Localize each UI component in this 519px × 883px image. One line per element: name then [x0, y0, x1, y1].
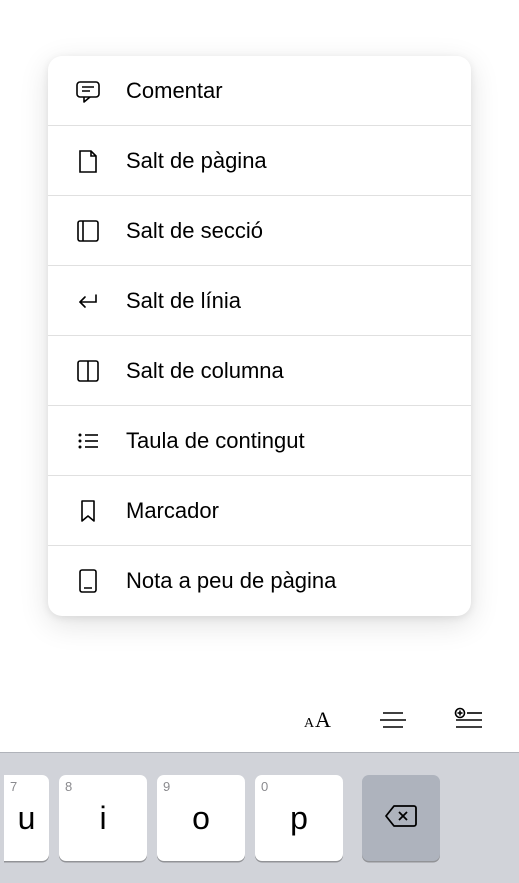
key-p[interactable]: 0 p: [255, 775, 343, 861]
key-hint: 7: [10, 779, 17, 794]
format-toolbar: AA: [0, 690, 519, 750]
menu-label: Salt de pàgina: [126, 148, 267, 174]
menu-item-toc[interactable]: Taula de contingut: [48, 406, 471, 476]
menu-item-column-break[interactable]: Salt de columna: [48, 336, 471, 406]
key-hint: 9: [163, 779, 170, 794]
key-i[interactable]: 8 i: [59, 775, 147, 861]
bookmark-icon: [72, 495, 104, 527]
insert-button[interactable]: [447, 698, 491, 742]
section-break-icon: [72, 215, 104, 247]
menu-item-page-break[interactable]: Salt de pàgina: [48, 126, 471, 196]
keyboard-row: 7 u 8 i 9 o 0 p: [0, 752, 519, 883]
menu-item-bookmark[interactable]: Marcador: [48, 476, 471, 546]
column-break-icon: [72, 355, 104, 387]
backspace-icon: [383, 802, 419, 835]
paragraph-button[interactable]: [371, 698, 415, 742]
menu-item-section-break[interactable]: Salt de secció: [48, 196, 471, 266]
menu-label: Salt de columna: [126, 358, 284, 384]
menu-label: Salt de línia: [126, 288, 241, 314]
menu-label: Marcador: [126, 498, 219, 524]
menu-item-comment[interactable]: Comentar: [48, 56, 471, 126]
comment-icon: [72, 75, 104, 107]
line-break-icon: [72, 285, 104, 317]
insert-menu-popover: Comentar Salt de pàgina Salt de secció S…: [48, 56, 471, 616]
key-letter: i: [99, 800, 106, 837]
menu-label: Nota a peu de pàgina: [126, 568, 336, 594]
menu-label: Comentar: [126, 78, 223, 104]
key-o[interactable]: 9 o: [157, 775, 245, 861]
menu-label: Salt de secció: [126, 218, 263, 244]
toc-icon: [72, 425, 104, 457]
key-letter: p: [290, 800, 308, 837]
menu-item-footnote[interactable]: Nota a peu de pàgina: [48, 546, 471, 616]
key-letter: o: [192, 800, 210, 837]
menu-label: Taula de contingut: [126, 428, 305, 454]
menu-item-line-break[interactable]: Salt de línia: [48, 266, 471, 336]
svg-text:A: A: [304, 716, 315, 731]
page-break-icon: [72, 145, 104, 177]
backspace-key[interactable]: [362, 775, 440, 861]
svg-text:A: A: [315, 707, 331, 732]
text-format-button[interactable]: AA: [295, 698, 339, 742]
key-u[interactable]: 7 u: [4, 775, 49, 861]
key-hint: 8: [65, 779, 72, 794]
footnote-icon: [72, 565, 104, 597]
key-hint: 0: [261, 779, 268, 794]
key-letter: u: [18, 800, 36, 837]
